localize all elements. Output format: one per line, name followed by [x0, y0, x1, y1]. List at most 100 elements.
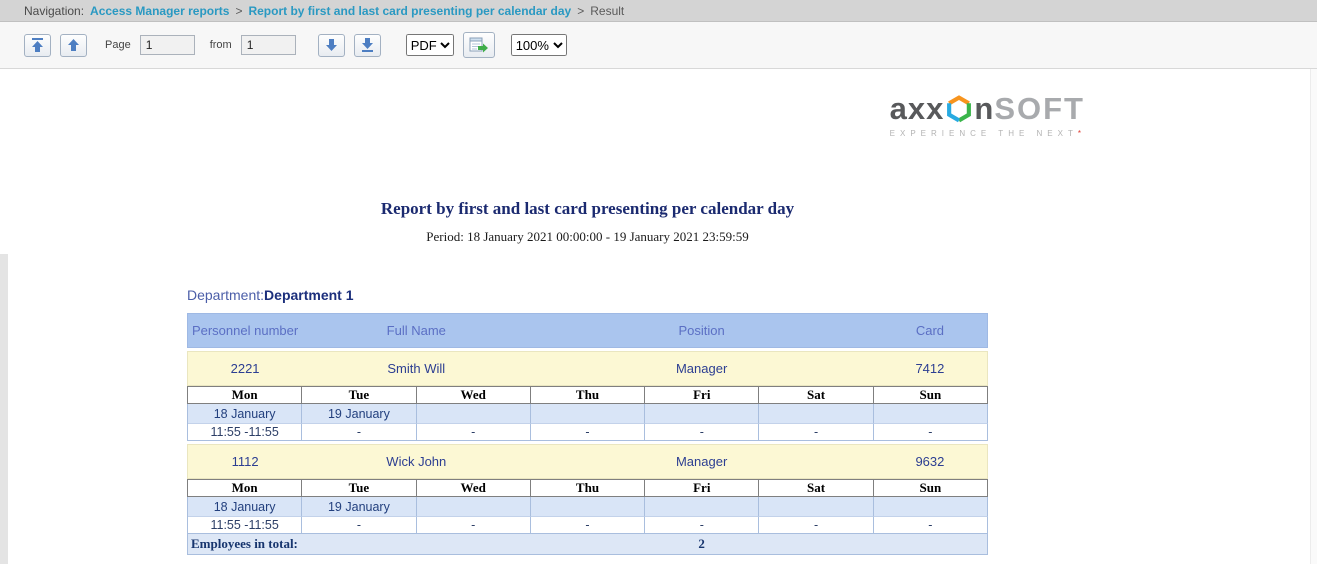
format-select[interactable]: PDF [406, 34, 454, 56]
day-cell: Sat [759, 480, 873, 497]
date-cell [645, 404, 759, 423]
arrow-up-icon [67, 38, 80, 52]
day-cell: Fri [645, 387, 759, 404]
day-cell: Sat [759, 387, 873, 404]
time-row: 11:55 -11:55------ [187, 516, 988, 534]
report-title: Report by first and last card presenting… [187, 199, 988, 219]
header-cell: Card [873, 314, 987, 347]
logo-text-n: n [974, 93, 994, 124]
day-cell: Mon [188, 480, 302, 497]
employee-cell: 7412 [873, 352, 987, 385]
employee-row: 1112Wick JohnManager9632 [187, 444, 988, 479]
logo-tagline: EXPERIENCE THE NEXT* [890, 129, 1085, 138]
breadcrumb: Navigation: Access Manager reports > Rep… [0, 0, 1317, 22]
employee-cell: 2221 [188, 352, 302, 385]
date-cell [874, 497, 988, 516]
date-cell [874, 404, 988, 423]
time-cell: - [531, 423, 645, 441]
date-cell [645, 497, 759, 516]
table-footer-row: Employees in total:2 [187, 534, 988, 555]
day-cell: Wed [417, 387, 531, 404]
time-row: 11:55 -11:55------ [187, 423, 988, 441]
time-cell: - [645, 423, 759, 441]
date-cell [759, 404, 873, 423]
page-label: Page [105, 39, 131, 51]
time-cell: - [531, 516, 645, 534]
report-page: axx n SOFT EXPERIENCE THE NEXT* Report b… [0, 69, 1317, 564]
day-header-row: MonTueWedThuFriSatSun [187, 479, 988, 497]
next-page-button[interactable] [318, 34, 345, 57]
header-cell: Full Name [302, 314, 530, 347]
report-toolbar: Page from PDF 100% [0, 22, 1317, 69]
first-page-button[interactable] [24, 34, 51, 57]
page-count-input[interactable] [241, 35, 296, 55]
first-page-icon [31, 38, 44, 52]
from-label: from [210, 39, 232, 51]
employee-cell: Manager [530, 352, 872, 385]
day-cell: Tue [302, 480, 416, 497]
day-cell: Thu [531, 480, 645, 497]
day-cell: Wed [417, 480, 531, 497]
footer-value: 2 [530, 534, 872, 554]
employee-row: 2221Smith WillManager7412 [187, 351, 988, 386]
page-number-input[interactable] [140, 35, 195, 55]
breadcrumb-link-report[interactable]: Report by first and last card presenting… [248, 4, 571, 18]
navigation-label: Navigation: [24, 4, 84, 18]
date-cell [531, 404, 645, 423]
date-cell [759, 497, 873, 516]
day-header-row: MonTueWedThuFriSatSun [187, 386, 988, 404]
axxonsoft-logo: axx n SOFT EXPERIENCE THE NEXT* [890, 93, 1085, 138]
date-row: 18 January19 January [187, 404, 988, 423]
date-cell: 19 January [302, 497, 416, 516]
time-cell: - [417, 423, 531, 441]
department-value: Department 1 [264, 287, 353, 303]
previous-page-button[interactable] [60, 34, 87, 57]
export-button[interactable] [463, 32, 495, 58]
employee-cell: 9632 [873, 445, 987, 478]
breadcrumb-separator: > [577, 4, 584, 18]
zoom-select[interactable]: 100% [511, 34, 567, 56]
date-cell: 19 January [302, 404, 416, 423]
date-cell: 18 January [188, 497, 302, 516]
logo-hexagon-icon [946, 95, 972, 123]
day-cell: Sun [874, 480, 988, 497]
employee-cell: 1112 [188, 445, 302, 478]
department-line: Department:Department 1 [187, 287, 988, 303]
time-cell: - [302, 516, 416, 534]
right-gutter [1310, 69, 1317, 564]
logo-wordmark: axx n SOFT [890, 93, 1085, 124]
time-cell: - [302, 423, 416, 441]
report-table: Personnel numberFull NamePositionCard222… [187, 313, 988, 555]
last-page-button[interactable] [354, 34, 381, 57]
department-label: Department: [187, 287, 264, 303]
day-cell: Thu [531, 387, 645, 404]
time-cell: - [874, 423, 988, 441]
logo-text-soft: SOFT [994, 93, 1085, 124]
time-cell: - [645, 516, 759, 534]
arrow-down-icon [325, 38, 338, 52]
time-cell: - [759, 423, 873, 441]
employee-cell: Smith Will [302, 352, 530, 385]
day-cell: Sun [874, 387, 988, 404]
export-icon [469, 37, 488, 53]
report-period: Period: 18 January 2021 00:00:00 - 19 Ja… [187, 229, 988, 245]
date-cell [417, 404, 531, 423]
footer-spacer [873, 534, 987, 554]
breadcrumb-link-access-manager-reports[interactable]: Access Manager reports [90, 4, 229, 18]
time-cell: 11:55 -11:55 [188, 516, 302, 534]
time-cell: - [874, 516, 988, 534]
date-cell: 18 January [188, 404, 302, 423]
breadcrumb-separator: > [235, 4, 242, 18]
breadcrumb-current: Result [590, 4, 624, 18]
footer-label: Employees in total: [188, 534, 530, 554]
date-cell [417, 497, 531, 516]
date-cell [531, 497, 645, 516]
header-cell: Position [530, 314, 872, 347]
day-cell: Tue [302, 387, 416, 404]
header-cell: Personnel number [188, 314, 302, 347]
last-page-icon [361, 38, 374, 52]
logo-text-axx: axx [890, 93, 945, 124]
employee-cell: Manager [530, 445, 872, 478]
employee-cell: Wick John [302, 445, 530, 478]
table-header-row: Personnel numberFull NamePositionCard [187, 313, 988, 348]
